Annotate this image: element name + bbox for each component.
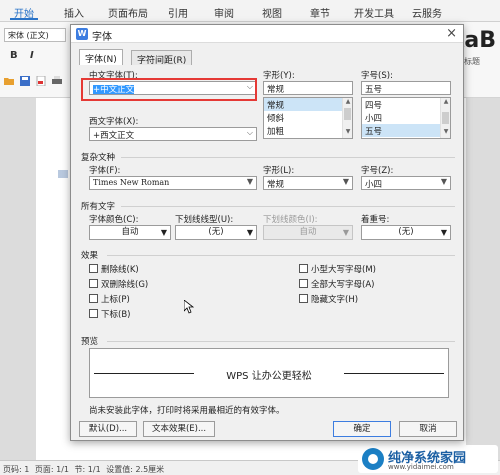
font-size-list[interactable]: 四号 小四 五号 ▲ ▼ [361,97,451,139]
complex-size-combo[interactable]: 小四 ▼ [361,176,451,190]
all-text-section-title: 所有文字 [81,202,116,212]
status-pages: 页面: 1/1 [34,465,69,474]
double-strikethrough-checkbox[interactable]: 双删除线(G) [89,278,148,290]
italic-button[interactable]: I [30,50,34,61]
chevron-down-icon[interactable]: ⌵ [247,128,253,138]
ribbon-tab-chapter[interactable]: 章节 [310,5,330,20]
chevron-down-icon[interactable]: ▼ [247,177,253,186]
small-caps-checkbox[interactable]: 小型大写字母(M) [299,263,376,275]
dialog-title: 字体 [92,32,112,43]
list-item[interactable]: 五号 [362,124,450,137]
preview-sample-text: WPS 让办公更轻松 [226,371,312,382]
mouse-cursor-icon [184,300,194,314]
list-item[interactable]: 四号 [362,98,450,111]
status-setting: 设置值: 2.5厘米 [106,465,165,474]
scrollbar[interactable]: ▲ ▼ [342,98,352,138]
all-caps-checkbox[interactable]: 全部大写字母(A) [299,278,374,290]
underline-color-dropdown: 自动 ▼ [263,225,353,240]
font-color-dropdown[interactable]: 自动 ▼ [89,225,171,240]
emphasis-dropdown[interactable]: (无) ▼ [361,225,451,240]
list-item[interactable]: 倾斜 [264,111,352,124]
western-font-label: 西文字体(X): [89,117,139,127]
ribbon-tab-reference[interactable]: 引用 [168,5,188,20]
ribbon-font-combo[interactable]: 宋体 (正文) [4,28,66,42]
print-icon[interactable] [52,76,62,86]
divider [107,341,455,342]
chevron-down-icon[interactable]: ▼ [343,177,349,186]
complex-section-title: 复杂文种 [81,153,116,163]
wps-logo-icon: W [76,28,88,40]
subscript-checkbox[interactable]: 下标(B) [89,308,130,320]
ribbon-tab-home[interactable]: 开始 [10,5,38,20]
highlight-frame [81,78,257,101]
tab-char-spacing[interactable]: 字符间距(R) [131,50,193,66]
preview-box: WPS 让办公更轻松 [89,348,449,398]
style-label: 标题 [464,57,480,66]
superscript-checkbox[interactable]: 上标(P) [89,293,130,305]
save-icon[interactable] [20,76,30,86]
text-effects-button[interactable]: 文本效果(E)... [143,421,215,437]
ribbon-tab-developer[interactable]: 开发工具 [354,5,394,20]
bold-button[interactable]: B [10,50,18,61]
ribbon-tab-cloud[interactable]: 云服务 [412,5,442,20]
western-font-combo[interactable]: +西文正文 ⌵ [89,127,257,141]
scrollbar[interactable]: ▲ ▼ [440,98,450,138]
chevron-down-icon[interactable]: ▼ [247,226,253,239]
list-item[interactable]: 常规 [264,98,352,111]
hidden-text-checkbox[interactable]: 隐藏文字(H) [299,293,358,305]
chevron-down-icon: ▼ [342,228,349,237]
font-style-label: 字形(Y): [263,71,295,81]
watermark-url: www.yidaimei.com [388,463,454,471]
ribbon-tab-review[interactable]: 审阅 [214,5,234,20]
font-style-list[interactable]: 常规 倾斜 加粗 ▲ ▼ [263,97,353,139]
chevron-down-icon[interactable]: ▼ [441,177,447,186]
default-button[interactable]: 默认(D)... [79,421,137,437]
underline-type-label: 下划线线型(U): [175,215,234,225]
complex-size-label: 字号(Z): [361,166,394,176]
ribbon-tab-layout[interactable]: 页面布局 [108,5,148,20]
divider [121,157,455,158]
dialog-titlebar[interactable]: W 字体 × [71,25,463,43]
missing-font-note: 尚未安装此字体，打印时将采用最相近的有效字体。 [89,406,285,416]
status-section: 节: 1/1 [74,465,101,474]
watermark-logo-icon [362,448,384,470]
export-icon[interactable] [36,76,46,86]
ok-button[interactable]: 确定 [333,421,391,437]
strikethrough-checkbox[interactable]: 删除线(K) [89,263,139,275]
ribbon-tab-view[interactable]: 视图 [262,5,282,20]
chevron-down-icon[interactable]: ▼ [441,226,447,239]
font-size-input[interactable]: 五号 [361,81,451,95]
font-size-label: 字号(S): [361,71,393,81]
effects-section-title: 效果 [81,251,99,261]
complex-font-combo[interactable]: Times New Roman ▼ [89,176,257,190]
open-folder-icon[interactable] [4,76,14,86]
cancel-button[interactable]: 取消 [399,421,457,437]
preview-section-title: 预览 [81,337,99,347]
chevron-down-icon[interactable]: ▼ [161,226,167,239]
status-page-number: 页码: 1 [3,465,30,474]
complex-font-label: 字体(F): [89,166,121,176]
underline-color-label: 下划线颜色(I): [263,215,318,225]
underline-type-dropdown[interactable]: (无) ▼ [175,225,257,240]
tab-font[interactable]: 字体(N) [79,49,123,65]
divider [121,206,455,207]
ribbon-tab-bar: 开始 插入 页面布局 引用 审阅 视图 章节 开发工具 云服务 [0,0,500,22]
site-watermark: 纯净系统家园 www.yidaimei.com [358,445,498,473]
paragraph-mark-icon [58,170,68,178]
list-item[interactable]: 加粗 [264,124,352,137]
font-style-input[interactable]: 常规 [263,81,353,95]
divider [107,255,455,256]
complex-style-combo[interactable]: 常规 ▼ [263,176,353,190]
complex-style-label: 字形(L): [263,166,295,176]
emphasis-label: 着重号: [361,215,390,225]
list-item[interactable]: 小四 [362,111,450,124]
font-tab-panel: 中文字体(T): +中文正文 ⌵ 字形(Y): 常规 常规 倾斜 加粗 ▲ ▼ 字号… [77,65,457,425]
font-color-label: 字体颜色(C): [89,215,139,225]
ribbon-tab-insert[interactable]: 插入 [64,5,84,20]
close-icon[interactable]: × [446,26,457,41]
